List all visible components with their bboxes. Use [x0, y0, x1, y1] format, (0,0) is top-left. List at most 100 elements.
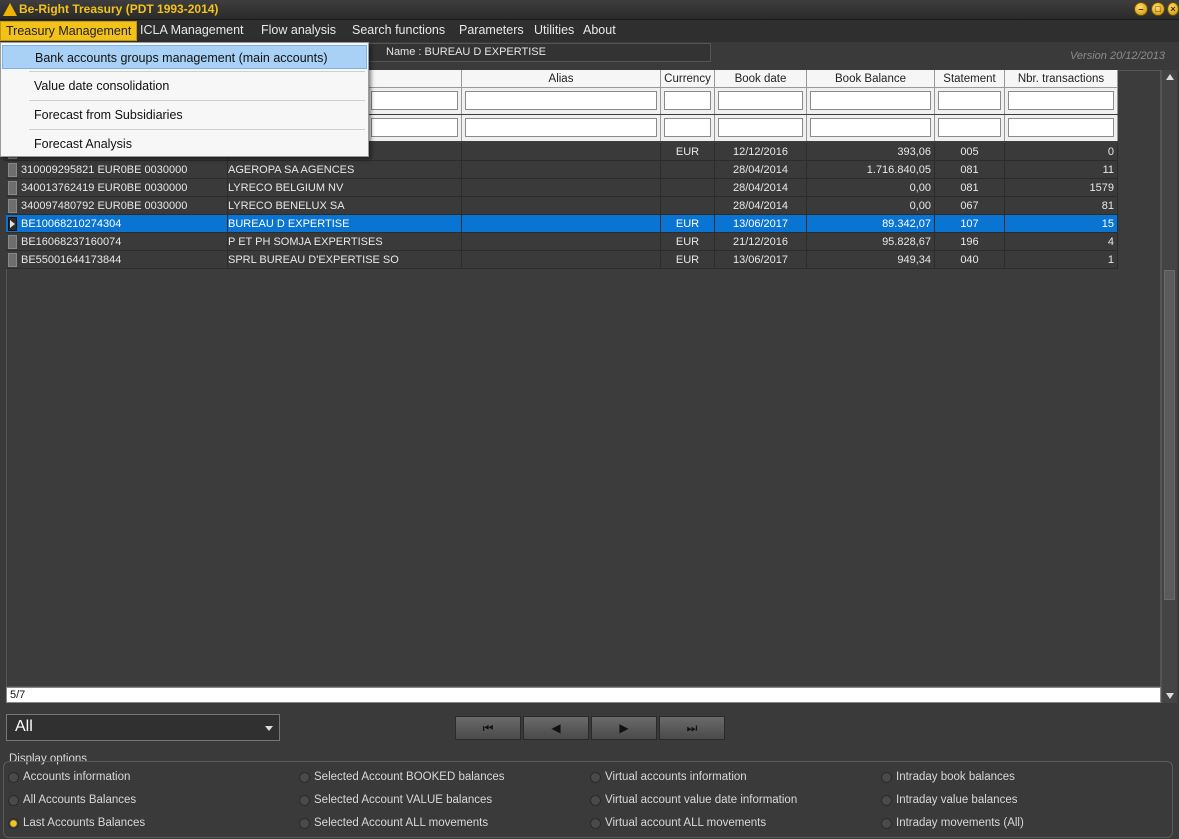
- menu-icla-management[interactable]: ICLA Management: [140, 23, 244, 37]
- menu-item-forecast-subsidiaries[interactable]: Forecast from Subsidiaries: [2, 103, 367, 127]
- close-icon[interactable]: ×: [1167, 2, 1179, 16]
- menu-bar: Treasury Management ICLA Management Flow…: [0, 20, 1179, 42]
- cell-nbr-transactions: 1: [1005, 251, 1118, 269]
- filter-cell: [715, 88, 807, 114]
- option-last-accounts-balances[interactable]: Last Accounts Balances: [8, 817, 145, 829]
- filter-name-input[interactable]: [371, 91, 458, 110]
- scroll-up-icon[interactable]: [1166, 74, 1174, 80]
- row-indicator-arrow-icon[interactable]: [8, 217, 17, 231]
- option-label: Virtual account value date information: [605, 794, 798, 806]
- column-header-statement[interactable]: Statement: [935, 70, 1005, 88]
- filter2-statement-input[interactable]: [938, 118, 1001, 137]
- next-record-button[interactable]: ▶: [591, 716, 657, 740]
- filter-statement-input[interactable]: [938, 91, 1001, 110]
- last-record-button[interactable]: ⏭: [659, 716, 725, 740]
- option-intraday-movements[interactable]: Intraday movements (All): [881, 817, 1024, 829]
- radio-icon[interactable]: [881, 795, 892, 806]
- radio-icon[interactable]: [590, 772, 601, 783]
- row-indicator[interactable]: [8, 253, 17, 267]
- table-row[interactable]: 340097480792 EUR0BE 0030000 LYRECO BENEL…: [6, 197, 1118, 215]
- column-header-book-balance[interactable]: Book Balance: [807, 70, 935, 88]
- first-record-button[interactable]: ⏮: [455, 716, 521, 740]
- column-header-nbr-transactions[interactable]: Nbr. transactions: [1005, 70, 1118, 88]
- row-indicator[interactable]: [8, 235, 17, 249]
- radio-icon[interactable]: [8, 772, 19, 783]
- cell-nbr-transactions: 11: [1005, 161, 1118, 179]
- row-indicator[interactable]: [8, 181, 17, 195]
- filter2-nbr-input[interactable]: [1008, 118, 1114, 137]
- cell-account: 310009295821 EUR0BE 0030000: [21, 161, 228, 179]
- menu-item-forecast-analysis[interactable]: Forecast Analysis: [2, 132, 367, 156]
- version-label: Version 20/12/2013: [1070, 50, 1165, 62]
- row-indicator[interactable]: [8, 199, 17, 213]
- radio-icon[interactable]: [881, 818, 892, 829]
- filter2-name-input[interactable]: [371, 118, 458, 137]
- filter-alias-input[interactable]: [465, 91, 657, 110]
- menu-utilities[interactable]: Utilities: [534, 23, 574, 37]
- cell-alias: [462, 251, 661, 269]
- radio-icon[interactable]: [299, 772, 310, 783]
- filter-nbr-input[interactable]: [1008, 91, 1114, 110]
- cell-book-date: 13/06/2017: [715, 215, 807, 233]
- filter-cell: [715, 115, 807, 141]
- filter-select[interactable]: All: [6, 714, 280, 741]
- grid-scrollbar[interactable]: [1161, 70, 1177, 703]
- filter2-currency-input[interactable]: [664, 118, 711, 137]
- cell-book-balance: 1.716.840,05: [807, 161, 935, 179]
- radio-icon[interactable]: [8, 795, 19, 806]
- table-row[interactable]: BE16068237160074 P ET PH SOMJA EXPERTISE…: [6, 233, 1118, 251]
- menu-search-functions[interactable]: Search functions: [352, 23, 445, 37]
- filter2-alias-input[interactable]: [465, 118, 657, 137]
- radio-icon[interactable]: [590, 795, 601, 806]
- scroll-thumb[interactable]: [1164, 270, 1175, 600]
- filter-book-balance-input[interactable]: [810, 91, 931, 110]
- row-indicator[interactable]: [8, 163, 17, 177]
- option-intraday-value-balances[interactable]: Intraday value balances: [881, 794, 1017, 806]
- option-virtual-all-movements[interactable]: Virtual account ALL movements: [590, 817, 766, 829]
- cell-book-balance: 393,06: [807, 143, 935, 161]
- filter2-book-balance-input[interactable]: [810, 118, 931, 137]
- option-intraday-book-balances[interactable]: Intraday book balances: [881, 771, 1015, 783]
- table-row[interactable]: 310009295821 EUR0BE 0030000 AGEROPA SA A…: [6, 161, 1118, 179]
- option-virtual-value-date[interactable]: Virtual account value date information: [590, 794, 798, 806]
- column-header-alias[interactable]: Alias: [462, 70, 661, 88]
- menu-item-bank-accounts-groups[interactable]: Bank accounts groups management (main ac…: [2, 45, 367, 69]
- filter2-book-date-input[interactable]: [718, 118, 803, 137]
- table-row[interactable]: 340013762419 EUR0BE 0030000 LYRECO BELGI…: [6, 179, 1118, 197]
- menu-treasury-management[interactable]: Treasury Management: [0, 21, 138, 41]
- column-header-book-date[interactable]: Book date: [715, 70, 807, 88]
- cell-currency: EUR: [661, 233, 715, 251]
- table-row-selected[interactable]: BE10068210274304 BUREAU D EXPERTISE EUR …: [6, 215, 1118, 233]
- menu-item-value-date-consolidation[interactable]: Value date consolidation: [2, 74, 367, 98]
- menu-flow-analysis[interactable]: Flow analysis: [261, 23, 336, 37]
- option-virtual-accounts-information[interactable]: Virtual accounts information: [590, 771, 747, 783]
- option-label: Selected Account ALL movements: [314, 817, 489, 829]
- maximize-icon[interactable]: □: [1151, 2, 1165, 16]
- option-label: Virtual accounts information: [605, 771, 747, 783]
- radio-icon[interactable]: [881, 772, 892, 783]
- option-label: Intraday book balances: [896, 771, 1015, 783]
- menu-parameters[interactable]: Parameters: [459, 23, 524, 37]
- option-selected-value-balances[interactable]: Selected Account VALUE balances: [299, 794, 492, 806]
- radio-icon[interactable]: [299, 795, 310, 806]
- option-accounts-information[interactable]: Accounts information: [8, 771, 130, 783]
- filter-currency-input[interactable]: [664, 91, 711, 110]
- radio-icon[interactable]: [590, 818, 601, 829]
- chevron-down-icon[interactable]: [265, 726, 273, 731]
- column-header-currency[interactable]: Currency: [661, 70, 715, 88]
- cell-nbr-transactions: 15: [1005, 215, 1118, 233]
- filter-book-date-input[interactable]: [718, 91, 803, 110]
- option-all-accounts-balances[interactable]: All Accounts Balances: [8, 794, 136, 806]
- option-selected-booked-balances[interactable]: Selected Account BOOKED balances: [299, 771, 505, 783]
- previous-record-button[interactable]: ◀: [523, 716, 589, 740]
- title-bar: Be-Right Treasury (PDT 1993-2014) – □ ×: [0, 0, 1179, 20]
- table-row[interactable]: BE55001644173844 SPRL BUREAU D'EXPERTISE…: [6, 251, 1118, 269]
- column-header-name[interactable]: [368, 70, 462, 88]
- option-selected-all-movements[interactable]: Selected Account ALL movements: [299, 817, 489, 829]
- radio-icon[interactable]: [299, 818, 310, 829]
- menu-about[interactable]: About: [583, 23, 616, 37]
- scroll-down-icon[interactable]: [1166, 693, 1174, 699]
- minimize-icon[interactable]: –: [1134, 2, 1148, 16]
- option-label: Intraday movements (All): [896, 817, 1024, 829]
- radio-selected-icon[interactable]: [8, 818, 19, 829]
